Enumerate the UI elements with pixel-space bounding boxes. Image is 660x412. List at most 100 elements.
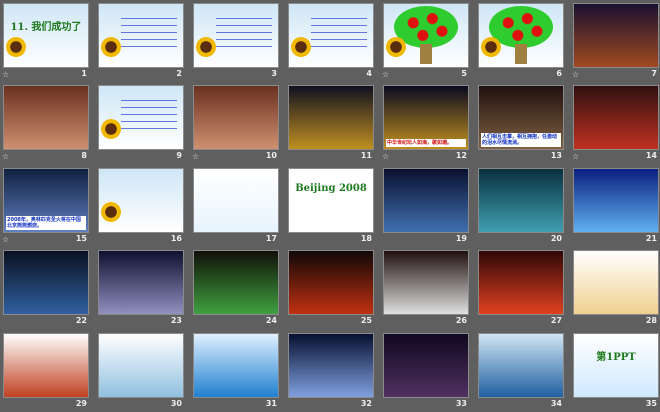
slide-cell[interactable]: 33 [380, 330, 475, 412]
sunflower-image [6, 37, 26, 57]
animation-star-icon[interactable]: ☆ [572, 70, 579, 79]
slide-cell[interactable]: ☆ 10 [190, 82, 285, 164]
slide-thumbnail[interactable] [193, 250, 279, 315]
animation-star-icon[interactable]: ☆ [382, 70, 389, 79]
slide-cell[interactable]: 26 [380, 247, 475, 329]
slide-cell[interactable]: 25 [285, 247, 380, 329]
slide-thumbnail[interactable] [98, 168, 184, 233]
slide-cell[interactable]: 11. 我们成功了 ☆ 1 [0, 0, 95, 82]
slide-number: 15 [75, 234, 87, 243]
slide-thumbnail[interactable] [478, 250, 564, 315]
slide-thumbnail[interactable] [573, 168, 659, 233]
slide-text-lines [311, 18, 367, 50]
animation-star-icon[interactable]: ☆ [2, 70, 9, 79]
slide-cell[interactable]: 22 [0, 247, 95, 329]
slide-thumbnail[interactable] [478, 3, 564, 68]
slide-number: 28 [645, 316, 657, 325]
slide-number: 19 [455, 234, 467, 243]
slide-cell[interactable]: 31 [190, 330, 285, 412]
slide-cell[interactable]: Beijing 2008 18 [285, 165, 380, 247]
slide-thumbnail[interactable]: 中华世纪坛人如海，歌如潮。 [383, 85, 469, 150]
slide-cell[interactable]: 16 [95, 165, 190, 247]
slide-cell[interactable]: 11 [285, 82, 380, 164]
slide-number: 13 [550, 151, 562, 160]
animation-star-icon[interactable]: ☆ [382, 152, 389, 161]
animation-star-icon[interactable]: ☆ [192, 152, 199, 161]
slide-number: 11 [360, 151, 372, 160]
slide-thumbnail[interactable] [193, 333, 279, 398]
sunflower-image [101, 202, 121, 222]
slide-cell[interactable]: 19 [380, 165, 475, 247]
slide-thumbnail[interactable] [3, 250, 89, 315]
slide-title: 第1PPT [596, 352, 636, 363]
slide-cell[interactable]: 32 [285, 330, 380, 412]
slide-cell[interactable]: 21 [570, 165, 660, 247]
slide-thumbnail[interactable] [478, 333, 564, 398]
slide-thumbnail[interactable] [98, 250, 184, 315]
slide-thumbnail[interactable] [3, 333, 89, 398]
slide-thumbnail[interactable] [288, 333, 374, 398]
slide-thumbnail[interactable] [98, 3, 184, 68]
slide-thumbnail[interactable] [288, 250, 374, 315]
slide-thumbnail[interactable] [193, 3, 279, 68]
slide-cell[interactable]: 23 [95, 247, 190, 329]
animation-star-icon[interactable]: ☆ [2, 152, 9, 161]
slide-cell[interactable]: 4 [285, 0, 380, 82]
slide-thumbnail[interactable] [383, 250, 469, 315]
slide-thumbnail[interactable]: 11. 我们成功了 [3, 3, 89, 68]
slide-title: 11. 我们成功了 [10, 22, 82, 33]
slide-number: 10 [265, 151, 277, 160]
slide-thumbnail[interactable] [383, 168, 469, 233]
slide-cell[interactable]: ☆ 7 [570, 0, 660, 82]
slide-thumbnail[interactable] [573, 3, 659, 68]
slide-cell[interactable]: 17 [190, 165, 285, 247]
slide-cell[interactable]: 27 [475, 247, 570, 329]
slide-cell[interactable]: 中华世纪坛人如海，歌如潮。 ☆ 12 [380, 82, 475, 164]
slide-cell[interactable]: ☆ 5 [380, 0, 475, 82]
slide-thumbnail[interactable] [478, 168, 564, 233]
slide-thumbnail[interactable] [193, 168, 279, 233]
animation-star-icon[interactable]: ☆ [2, 235, 9, 244]
slide-thumbnail[interactable] [98, 85, 184, 150]
slide-thumbnail[interactable]: 第1PPT [573, 333, 659, 398]
slide-cell[interactable]: 2 [95, 0, 190, 82]
slide-number: 33 [455, 399, 467, 408]
slide-thumbnail[interactable] [383, 3, 469, 68]
slide-cell[interactable]: 28 [570, 247, 660, 329]
slide-thumbnail[interactable] [3, 85, 89, 150]
slide-number: 2 [176, 69, 182, 78]
slide-cell[interactable]: ☆ 14 [570, 82, 660, 164]
slide-cell[interactable]: 20 [475, 165, 570, 247]
slide-cell[interactable]: 34 [475, 330, 570, 412]
slide-cell[interactable]: 24 [190, 247, 285, 329]
slide-thumbnail[interactable] [288, 3, 374, 68]
slide-cell[interactable]: 30 [95, 330, 190, 412]
slide-thumbnail[interactable] [383, 333, 469, 398]
animation-star-icon[interactable]: ☆ [572, 152, 579, 161]
slide-cell[interactable]: 第1PPT 35 [570, 330, 660, 412]
slide-text-lines [121, 100, 177, 132]
slide-number: 18 [360, 234, 372, 243]
slide-cell[interactable]: 人们相互击掌，相互拥抱，任激动的泪水尽情流淌。 13 [475, 82, 570, 164]
slide-thumbnail[interactable] [573, 250, 659, 315]
sunflower-image [196, 37, 216, 57]
tree-trunk [420, 44, 432, 64]
slide-thumbnail[interactable] [288, 85, 374, 150]
slide-cell[interactable]: 2008年，奥林匹克圣火将在中国北京熊熊燃烧。 ☆ 15 [0, 165, 95, 247]
slide-thumbnail[interactable]: 人们相互击掌，相互拥抱，任激动的泪水尽情流淌。 [478, 85, 564, 150]
slide-thumbnail[interactable] [98, 333, 184, 398]
slide-thumbnail[interactable] [573, 85, 659, 150]
slide-thumbnail[interactable]: 2008年，奥林匹克圣火将在中国北京熊熊燃烧。 [3, 168, 89, 233]
slide-cell[interactable]: 29 [0, 330, 95, 412]
slide-thumbnail[interactable]: Beijing 2008 [288, 168, 374, 233]
sunflower-image [386, 37, 406, 57]
sunflower-image [101, 37, 121, 57]
slide-cell[interactable]: 9 [95, 82, 190, 164]
slide-thumbnail[interactable] [193, 85, 279, 150]
slide-cell[interactable]: 6 [475, 0, 570, 82]
slide-cell[interactable]: ☆ 8 [0, 82, 95, 164]
slide-number: 25 [360, 316, 372, 325]
slide-cell[interactable]: 3 [190, 0, 285, 82]
slide-number: 21 [645, 234, 657, 243]
slide-title: Beijing 2008 [295, 183, 367, 194]
